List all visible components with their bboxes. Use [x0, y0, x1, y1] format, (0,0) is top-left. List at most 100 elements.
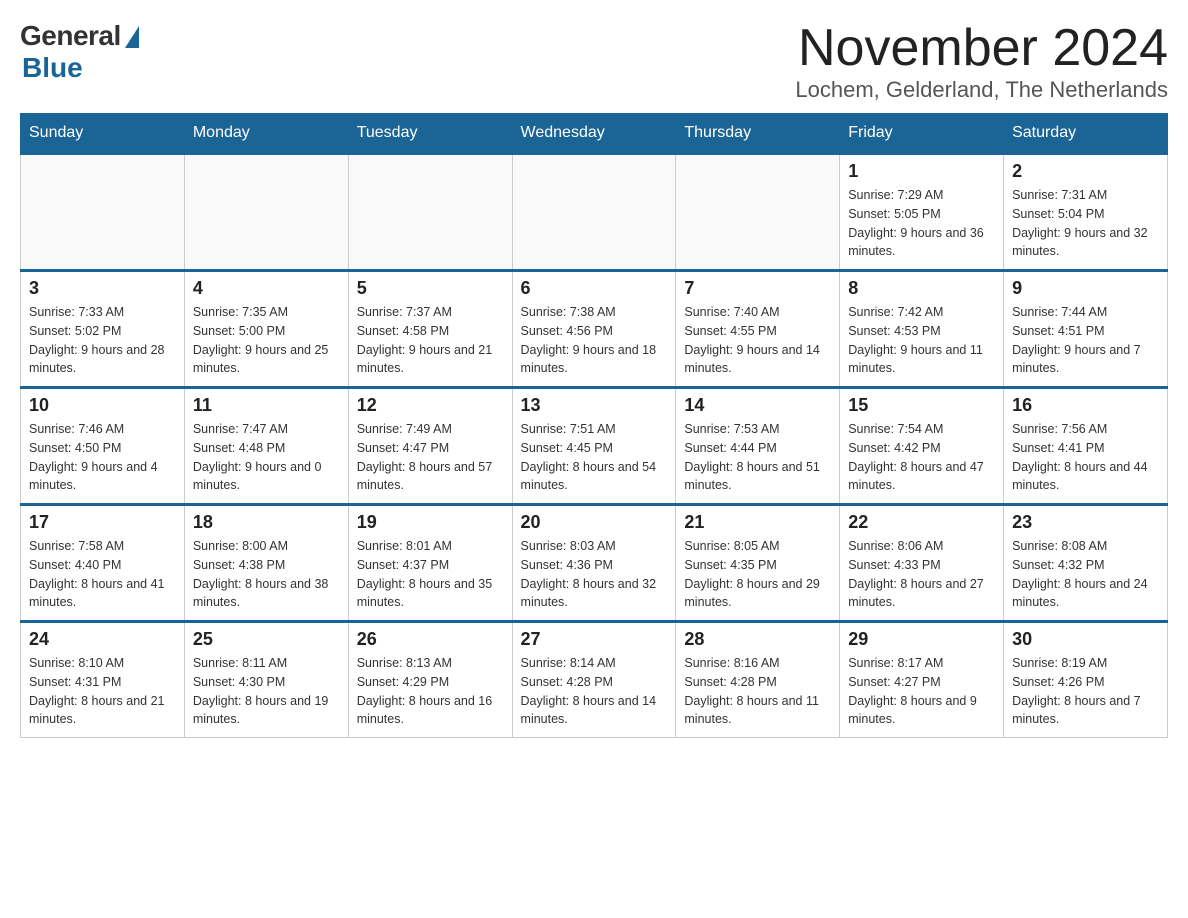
calendar-cell: 22 Sunrise: 8:06 AMSunset: 4:33 PMDayligh…	[840, 505, 1004, 622]
calendar-cell: 28 Sunrise: 8:16 AMSunset: 4:28 PMDayligh…	[676, 622, 840, 738]
calendar-cell: 15 Sunrise: 7:54 AMSunset: 4:42 PMDayligh…	[840, 388, 1004, 505]
day-number: 3	[29, 278, 176, 299]
calendar-cell: 18 Sunrise: 8:00 AMSunset: 4:38 PMDayligh…	[184, 505, 348, 622]
day-info: Sunrise: 7:46 AMSunset: 4:50 PMDaylight:…	[29, 420, 176, 495]
day-info: Sunrise: 8:06 AMSunset: 4:33 PMDaylight:…	[848, 537, 995, 612]
calendar-cell: 10 Sunrise: 7:46 AMSunset: 4:50 PMDayligh…	[21, 388, 185, 505]
calendar-cell: 12 Sunrise: 7:49 AMSunset: 4:47 PMDayligh…	[348, 388, 512, 505]
calendar-cell: 21Sunrise: 8:05 AMSunset: 4:35 PMDayligh…	[676, 505, 840, 622]
day-number: 16	[1012, 395, 1159, 416]
day-of-week-wednesday: Wednesday	[512, 114, 676, 154]
day-info: Sunrise: 7:47 AMSunset: 4:48 PMDaylight:…	[193, 420, 340, 495]
day-info: Sunrise: 8:16 AMSunset: 4:28 PMDaylight:…	[684, 654, 831, 729]
day-number: 13	[521, 395, 668, 416]
day-info: Sunrise: 7:33 AMSunset: 5:02 PMDaylight:…	[29, 303, 176, 378]
day-number: 27	[521, 629, 668, 650]
day-number: 4	[193, 278, 340, 299]
day-of-week-sunday: Sunday	[21, 114, 185, 154]
day-number: 24	[29, 629, 176, 650]
calendar-cell: 24 Sunrise: 8:10 AMSunset: 4:31 PMDayligh…	[21, 622, 185, 738]
calendar-cell: 9 Sunrise: 7:44 AMSunset: 4:51 PMDaylight…	[1004, 271, 1168, 388]
logo-general-text: General	[20, 20, 121, 52]
day-info: Sunrise: 8:11 AMSunset: 4:30 PMDaylight:…	[193, 654, 340, 729]
day-of-week-saturday: Saturday	[1004, 114, 1168, 154]
calendar-cell: 2 Sunrise: 7:31 AMSunset: 5:04 PMDaylight…	[1004, 154, 1168, 271]
calendar-cell: 3 Sunrise: 7:33 AMSunset: 5:02 PMDaylight…	[21, 271, 185, 388]
day-number: 23	[1012, 512, 1159, 533]
day-info: Sunrise: 7:35 AMSunset: 5:00 PMDaylight:…	[193, 303, 340, 378]
calendar-cell: 14 Sunrise: 7:53 AMSunset: 4:44 PMDayligh…	[676, 388, 840, 505]
day-number: 19	[357, 512, 504, 533]
calendar-cell: 19 Sunrise: 8:01 AMSunset: 4:37 PMDayligh…	[348, 505, 512, 622]
day-number: 15	[848, 395, 995, 416]
day-number: 20	[521, 512, 668, 533]
day-of-week-monday: Monday	[184, 114, 348, 154]
day-of-week-thursday: Thursday	[676, 114, 840, 154]
day-info: Sunrise: 7:42 AMSunset: 4:53 PMDaylight:…	[848, 303, 995, 378]
day-info: Sunrise: 7:40 AMSunset: 4:55 PMDaylight:…	[684, 303, 831, 378]
day-info: Sunrise: 7:58 AMSunset: 4:40 PMDaylight:…	[29, 537, 176, 612]
calendar-cell	[676, 154, 840, 271]
logo-triangle-icon	[125, 26, 139, 48]
month-title: November 2024	[795, 20, 1168, 77]
day-info: Sunrise: 7:29 AMSunset: 5:05 PMDaylight:…	[848, 186, 995, 261]
day-info: Sunrise: 8:01 AMSunset: 4:37 PMDaylight:…	[357, 537, 504, 612]
day-number: 9	[1012, 278, 1159, 299]
day-number: 29	[848, 629, 995, 650]
day-info: Sunrise: 7:49 AMSunset: 4:47 PMDaylight:…	[357, 420, 504, 495]
calendar-cell	[348, 154, 512, 271]
day-info: Sunrise: 8:08 AMSunset: 4:32 PMDaylight:…	[1012, 537, 1159, 612]
calendar-cell: 13 Sunrise: 7:51 AMSunset: 4:45 PMDayligh…	[512, 388, 676, 505]
calendar-cell	[21, 154, 185, 271]
calendar-header-row: SundayMondayTuesdayWednesdayThursdayFrid…	[21, 114, 1168, 154]
logo: General Blue	[20, 20, 139, 84]
day-info: Sunrise: 8:00 AMSunset: 4:38 PMDaylight:…	[193, 537, 340, 612]
title-area: November 2024 Lochem, Gelderland, The Ne…	[795, 20, 1168, 103]
day-number: 8	[848, 278, 995, 299]
calendar-week-4: 17 Sunrise: 7:58 AMSunset: 4:40 PMDayligh…	[21, 505, 1168, 622]
day-number: 18	[193, 512, 340, 533]
day-number: 2	[1012, 161, 1159, 182]
day-info: Sunrise: 7:54 AMSunset: 4:42 PMDaylight:…	[848, 420, 995, 495]
calendar-cell: 29 Sunrise: 8:17 AMSunset: 4:27 PMDayligh…	[840, 622, 1004, 738]
calendar-cell: 8 Sunrise: 7:42 AMSunset: 4:53 PMDaylight…	[840, 271, 1004, 388]
day-number: 17	[29, 512, 176, 533]
day-number: 7	[684, 278, 831, 299]
day-number: 12	[357, 395, 504, 416]
calendar-cell	[184, 154, 348, 271]
calendar-cell: 25Sunrise: 8:11 AMSunset: 4:30 PMDayligh…	[184, 622, 348, 738]
calendar-cell: 11 Sunrise: 7:47 AMSunset: 4:48 PMDayligh…	[184, 388, 348, 505]
day-number: 14	[684, 395, 831, 416]
calendar-cell: 26Sunrise: 8:13 AMSunset: 4:29 PMDayligh…	[348, 622, 512, 738]
calendar-cell: 1 Sunrise: 7:29 AMSunset: 5:05 PMDaylight…	[840, 154, 1004, 271]
calendar-cell: 23 Sunrise: 8:08 AMSunset: 4:32 PMDayligh…	[1004, 505, 1168, 622]
day-info: Sunrise: 7:53 AMSunset: 4:44 PMDaylight:…	[684, 420, 831, 495]
day-info: Sunrise: 8:14 AMSunset: 4:28 PMDaylight:…	[521, 654, 668, 729]
day-number: 11	[193, 395, 340, 416]
day-number: 28	[684, 629, 831, 650]
calendar-cell: 16 Sunrise: 7:56 AMSunset: 4:41 PMDayligh…	[1004, 388, 1168, 505]
day-number: 10	[29, 395, 176, 416]
day-number: 26	[357, 629, 504, 650]
calendar-cell	[512, 154, 676, 271]
calendar-week-5: 24 Sunrise: 8:10 AMSunset: 4:31 PMDayligh…	[21, 622, 1168, 738]
day-of-week-friday: Friday	[840, 114, 1004, 154]
day-info: Sunrise: 7:37 AMSunset: 4:58 PMDaylight:…	[357, 303, 504, 378]
day-info: Sunrise: 8:10 AMSunset: 4:31 PMDaylight:…	[29, 654, 176, 729]
calendar-cell: 5 Sunrise: 7:37 AMSunset: 4:58 PMDaylight…	[348, 271, 512, 388]
calendar-week-3: 10 Sunrise: 7:46 AMSunset: 4:50 PMDayligh…	[21, 388, 1168, 505]
calendar-cell: 6Sunrise: 7:38 AMSunset: 4:56 PMDaylight…	[512, 271, 676, 388]
calendar-cell: 27 Sunrise: 8:14 AMSunset: 4:28 PMDayligh…	[512, 622, 676, 738]
day-number: 22	[848, 512, 995, 533]
header: General Blue November 2024 Lochem, Gelde…	[20, 20, 1168, 103]
day-info: Sunrise: 7:51 AMSunset: 4:45 PMDaylight:…	[521, 420, 668, 495]
calendar-cell: 20Sunrise: 8:03 AMSunset: 4:36 PMDayligh…	[512, 505, 676, 622]
calendar-week-1: 1 Sunrise: 7:29 AMSunset: 5:05 PMDaylight…	[21, 154, 1168, 271]
day-info: Sunrise: 8:17 AMSunset: 4:27 PMDaylight:…	[848, 654, 995, 729]
day-number: 1	[848, 161, 995, 182]
day-info: Sunrise: 7:44 AMSunset: 4:51 PMDaylight:…	[1012, 303, 1159, 378]
day-number: 5	[357, 278, 504, 299]
day-info: Sunrise: 7:56 AMSunset: 4:41 PMDaylight:…	[1012, 420, 1159, 495]
day-info: Sunrise: 7:31 AMSunset: 5:04 PMDaylight:…	[1012, 186, 1159, 261]
day-info: Sunrise: 8:19 AMSunset: 4:26 PMDaylight:…	[1012, 654, 1159, 729]
